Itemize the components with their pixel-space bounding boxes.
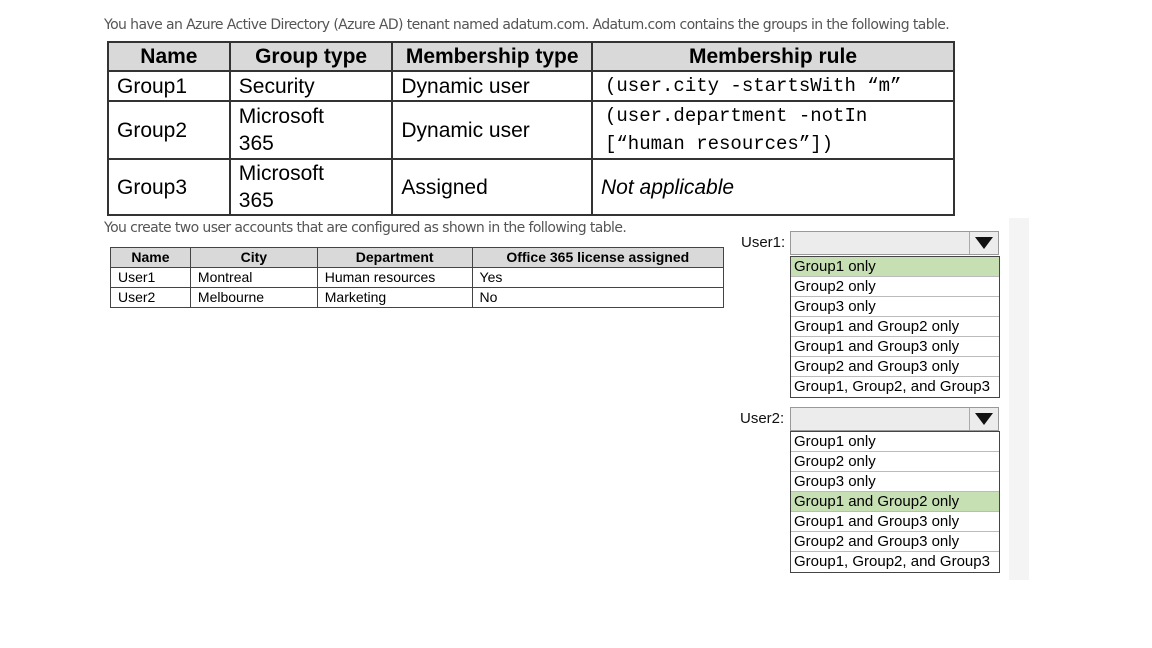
table-row: Group3 Microsoft 365 Assigned Not applic… [107,158,955,216]
group-type-line2: 365 [238,132,274,155]
group-type-line1: Microsoft [238,105,324,128]
membership-type: Dynamic user [391,100,593,160]
table-row: User1 Montreal Human resources Yes [110,267,725,288]
table-row: User2 Melbourne Marketing No [110,287,725,308]
answer-area-background [1009,218,1029,580]
chevron-down-icon[interactable] [969,232,998,254]
user2-label: User2: [740,410,785,427]
dropdown-option[interactable]: Group3 only [791,297,999,317]
membership-type: Dynamic user [391,70,593,102]
table-row: Group1 Security Dynamic user (user.city … [107,70,955,102]
dropdown-option[interactable]: Group1 and Group2 only [791,317,999,337]
user-department: Human resources [316,267,473,288]
group-name: Group3 [107,158,231,216]
membership-type: Assigned [391,158,593,216]
table-header-row: Name City Department Office 365 license … [110,247,725,268]
user1-label: User1: [741,234,786,251]
dropdown-option[interactable]: Group2 only [791,277,999,297]
dropdown-option[interactable]: Group1 and Group3 only [791,512,999,532]
intro-text-groups: You have an Azure Active Directory (Azur… [104,17,950,33]
user-license: No [471,287,725,308]
column-header: Name [107,41,231,72]
user-department: Marketing [316,287,473,308]
group-name: Group2 [107,100,231,160]
group-type: Microsoft 365 [228,158,394,216]
group-type-line2: 365 [238,189,274,212]
dropdown-option[interactable]: Group1 and Group2 only [791,492,999,512]
column-header: Name [110,247,191,268]
user-name: User1 [110,267,191,288]
group-type: Security [228,70,394,102]
membership-rule: Not applicable [591,158,955,216]
group-type-line1: Microsoft [238,162,324,185]
user1-options-list: Group1 only Group2 only Group3 only Group1 … [790,256,1000,398]
chevron-down-icon[interactable] [969,408,998,430]
user-city: Melbourne [189,287,318,308]
intro-text-users: You create two user accounts that are co… [104,220,627,236]
column-header: Membership type [391,41,593,72]
groups-table: Name Group type Membership type Membersh… [107,41,955,216]
membership-rule-line1: (user.department -notIn [605,105,868,127]
column-header: Group type [228,41,394,72]
group-type: Microsoft 365 [228,100,394,160]
dropdown-option[interactable]: Group2 and Group3 only [791,532,999,552]
column-header: City [189,247,318,268]
column-header: Office 365 license assigned [471,247,725,268]
membership-rule: (user.department -notIn [“human resource… [591,100,955,160]
user1-select[interactable] [790,231,999,255]
dropdown-option[interactable]: Group2 and Group3 only [791,357,999,377]
dropdown-option[interactable]: Group1 only [791,257,999,277]
group-name: Group1 [107,70,231,102]
column-header: Department [316,247,473,268]
user-name: User2 [110,287,191,308]
user-city: Montreal [189,267,318,288]
user2-select[interactable] [790,407,999,431]
column-header: Membership rule [591,41,955,72]
user-license: Yes [471,267,725,288]
table-row: Group2 Microsoft 365 Dynamic user (user.… [107,100,955,160]
dropdown-option[interactable]: Group3 only [791,472,999,492]
dropdown-option[interactable]: Group1 and Group3 only [791,337,999,357]
users-table: Name City Department Office 365 license … [110,247,725,308]
membership-rule: (user.city -startsWith “m” [591,70,955,102]
dropdown-option[interactable]: Group1, Group2, and Group3 [791,377,999,397]
dropdown-option[interactable]: Group1 only [791,432,999,452]
dropdown-option[interactable]: Group2 only [791,452,999,472]
user2-options-list: Group1 only Group2 only Group3 only Group1 … [790,431,1000,573]
membership-rule-line2: [“human resources”]) [605,133,834,155]
table-header-row: Name Group type Membership type Membersh… [107,41,955,72]
dropdown-option[interactable]: Group1, Group2, and Group3 [791,552,999,572]
